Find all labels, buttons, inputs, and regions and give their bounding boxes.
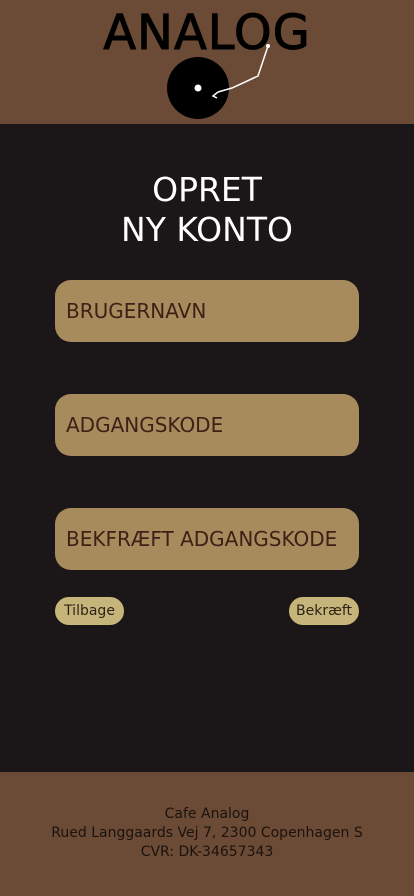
back-button[interactable]: Tilbage	[55, 597, 124, 625]
signup-form: OPRET NY KONTO BRUGERNAVN ADGANGSKODE BE…	[0, 124, 414, 772]
vinyl-record-icon	[167, 44, 270, 119]
title-line-2: NY KONTO	[121, 210, 293, 249]
confirm-password-placeholder: BEKFRÆFT ADGANGSKODE	[66, 527, 338, 551]
page-title: OPRET NY KONTO	[0, 170, 414, 250]
title-line-1: OPRET	[152, 170, 262, 209]
confirm-button[interactable]: Bekræft	[289, 597, 359, 625]
footer-cafe-name: Cafe Analog	[164, 806, 250, 822]
footer-cvr: CVR: DK-34657343	[140, 844, 274, 860]
header: ANALOG	[0, 0, 414, 124]
confirm-password-field[interactable]: BEKFRÆFT ADGANGSKODE	[55, 508, 359, 570]
footer: Cafe Analog Rued Langgaards Vej 7, 2300 …	[0, 772, 414, 896]
footer-address: Rued Langgaards Vej 7, 2300 Copenhagen S	[51, 825, 363, 841]
password-field[interactable]: ADGANGSKODE	[55, 394, 359, 456]
username-field[interactable]: BRUGERNAVN	[55, 280, 359, 342]
password-placeholder: ADGANGSKODE	[66, 413, 224, 437]
username-placeholder: BRUGERNAVN	[66, 299, 207, 323]
